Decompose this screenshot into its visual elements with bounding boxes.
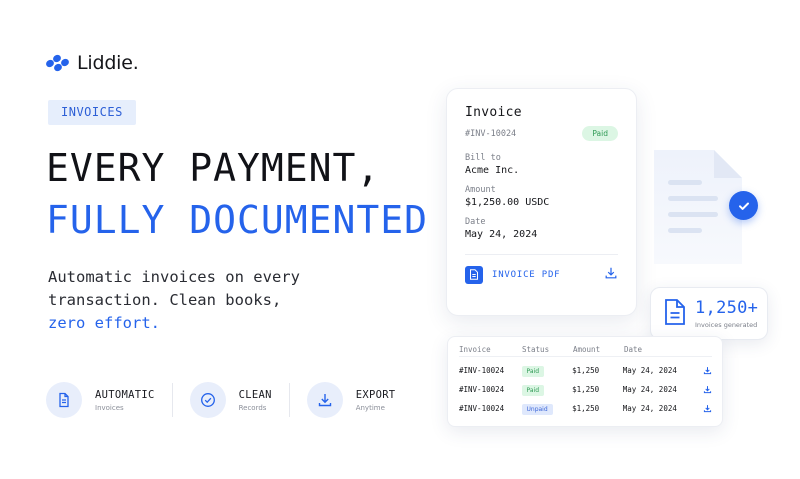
date-value: May 24, 2024 (465, 229, 538, 240)
row-date: May 24, 2024 (622, 404, 677, 413)
amount-label: Amount (465, 185, 496, 195)
document-icon (46, 382, 82, 418)
download-icon[interactable] (702, 366, 712, 375)
feature-automatic: AUTOMATIC Invoices (46, 382, 155, 418)
status-badge: Paid (521, 385, 545, 396)
brand-logo[interactable]: Liddie. (44, 52, 139, 74)
invoice-pdf-link[interactable]: INVOICE PDF (492, 270, 604, 280)
download-icon[interactable] (604, 265, 618, 284)
desc-line-2: transaction. Clean books, (48, 291, 282, 309)
brand-name: Liddie. (77, 52, 139, 74)
headline-line-1: EVERY PAYMENT, (46, 146, 381, 190)
stat-card: 1,250+ Invoices generated (650, 287, 768, 340)
status-badge: Unpaid (521, 404, 553, 415)
invoice-title: Invoice (465, 105, 522, 120)
table-row[interactable]: #INV-10024 Unpaid $1,250 May 24, 2024 (459, 399, 712, 418)
bill-to-value: Acme Inc. (465, 165, 520, 176)
feature-subtitle: Records (238, 403, 267, 412)
status-badge: Paid (521, 366, 545, 377)
headline-line-2: FULLY DOCUMENTED (46, 198, 429, 242)
feature-divider (288, 383, 290, 417)
row-invoice: #INV-10024 (459, 404, 505, 413)
feature-subtitle: Invoices (95, 403, 124, 412)
invoice-pdf-row[interactable]: INVOICE PDF (465, 265, 618, 284)
col-invoice: Invoice (459, 345, 491, 354)
row-amount: $1,250 (572, 404, 600, 413)
card-divider (465, 254, 618, 255)
headline: EVERY PAYMENT, FULLY DOCUMENTED (46, 142, 428, 246)
row-date: May 24, 2024 (622, 385, 677, 394)
feature-title: CLEAN (238, 388, 272, 401)
feature-title: EXPORT (355, 388, 396, 401)
hero-description: Automatic invoices on every transaction.… (48, 266, 348, 335)
amount-value: $1,250.00 USDC (465, 197, 550, 208)
row-invoice: #INV-10024 (459, 366, 505, 375)
logo-mark-icon (44, 53, 71, 73)
stat-label: Invoices generated (695, 321, 758, 329)
desc-line-1: Automatic invoices on every (48, 268, 300, 286)
feature-subtitle: Anytime (355, 403, 385, 412)
feature-title: AUTOMATIC (95, 388, 155, 401)
row-amount: $1,250 (572, 366, 600, 375)
desc-highlight: zero effort. (48, 314, 160, 332)
row-invoice: #INV-10024 (459, 385, 505, 394)
invoice-table: Invoice Status Amount Date #INV-10024 Pa… (447, 336, 723, 427)
check-circle-icon (189, 382, 226, 418)
download-icon[interactable] (702, 385, 712, 394)
col-amount: Amount (573, 345, 601, 354)
col-date: Date (624, 345, 643, 354)
feature-export: EXPORT Anytime (306, 382, 396, 418)
table-row[interactable]: #INV-10024 Paid $1,250 May 24, 2024 (459, 380, 712, 399)
feature-divider (171, 383, 173, 417)
download-icon[interactable] (702, 404, 712, 413)
checkmark-badge-icon (729, 191, 758, 220)
table-row[interactable]: #INV-10024 Paid $1,250 May 24, 2024 (459, 361, 712, 380)
date-label: Date (465, 217, 486, 227)
status-badge: Paid (582, 126, 618, 141)
feature-list: AUTOMATIC Invoices CLEAN Records EXPORT … (46, 382, 395, 418)
invoice-card: Invoice #INV-10024 Paid Bill to Acme Inc… (446, 88, 637, 316)
invoice-number: #INV-10024 (465, 128, 517, 139)
download-icon (306, 382, 343, 418)
table-header: Invoice Status Amount Date (459, 343, 712, 357)
stat-value: 1,250+ (695, 298, 759, 318)
section-tag: INVOICES (48, 100, 136, 125)
feature-clean: CLEAN Records (189, 382, 272, 418)
document-icon (663, 298, 687, 330)
row-date: May 24, 2024 (622, 366, 677, 375)
col-status: Status (522, 345, 550, 354)
pdf-file-icon (465, 265, 483, 284)
row-amount: $1,250 (572, 385, 600, 394)
bill-to-label: Bill to (465, 153, 501, 163)
